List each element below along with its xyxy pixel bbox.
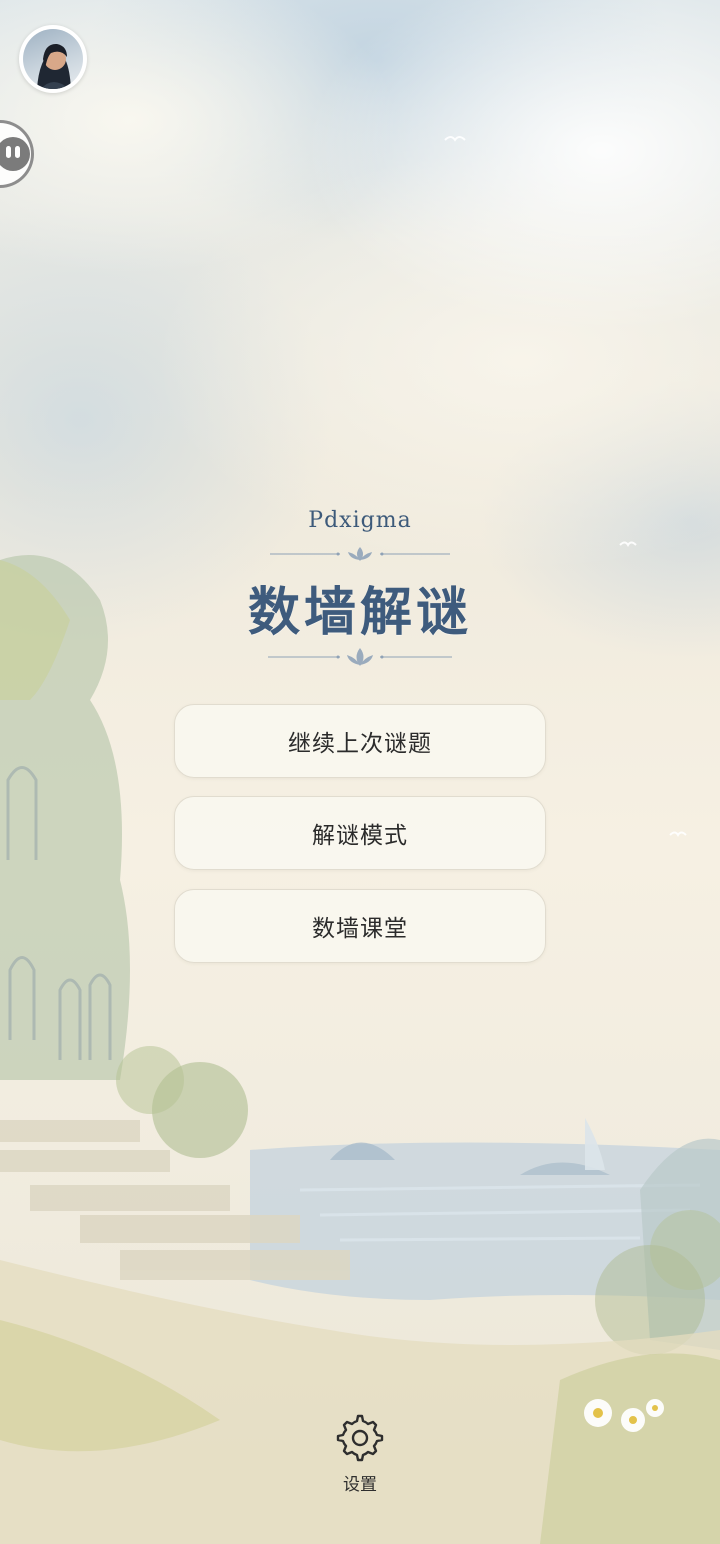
settings-button[interactable]: 设置 <box>320 1414 400 1498</box>
brand-name: Pdxigma <box>308 508 412 533</box>
continue-puzzle-button[interactable]: 继续上次谜题 <box>174 704 546 778</box>
avatar-photo <box>23 29 83 89</box>
ornament-divider-top <box>0 544 720 568</box>
page-title: 数墙解谜 <box>247 582 472 643</box>
puzzle-mode-button[interactable]: 解谜模式 <box>174 796 546 870</box>
gear-icon <box>336 1414 384 1462</box>
user-avatar[interactable] <box>19 25 87 93</box>
ornament-divider-bottom <box>0 646 720 672</box>
classroom-button[interactable]: 数墙课堂 <box>174 889 546 963</box>
pause-icon <box>0 137 30 171</box>
settings-label: 设置 <box>343 1475 377 1495</box>
